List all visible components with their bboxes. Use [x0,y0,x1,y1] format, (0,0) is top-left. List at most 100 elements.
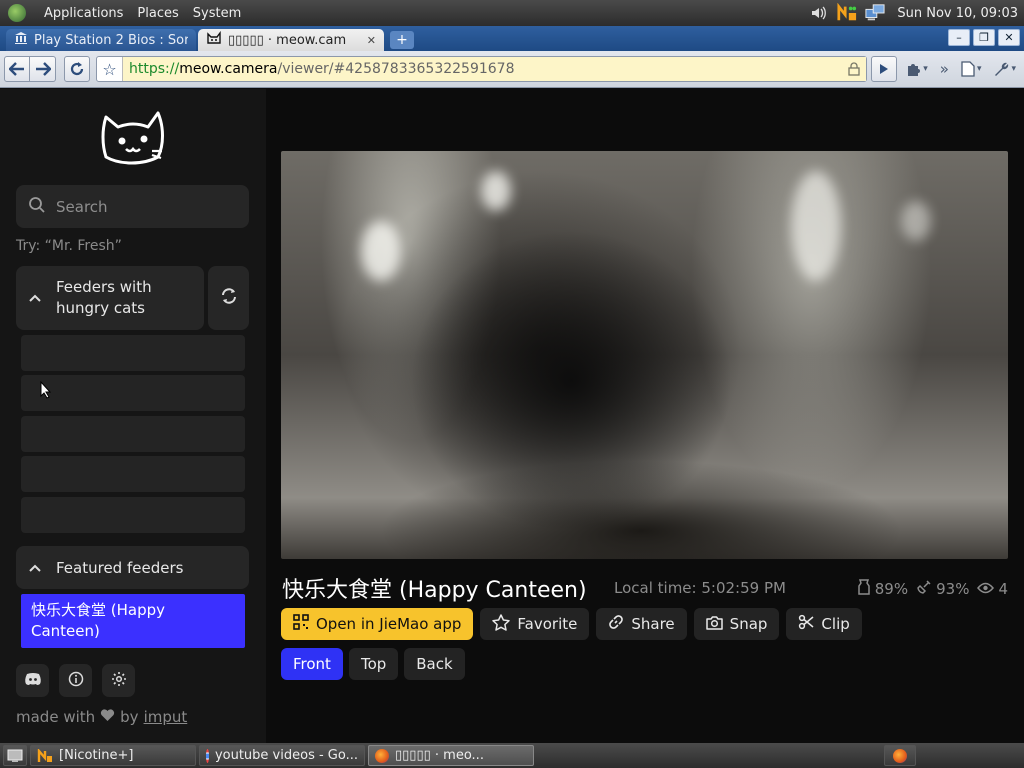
video-glare [791,171,841,281]
address-bar[interactable]: ☆ https://meow.camera/viewer/#4258783365… [96,56,868,82]
info-icon [68,671,84,691]
tab-close-icon[interactable]: ✕ [367,34,376,47]
section-hungry-cats-toggle[interactable]: Feeders with hungry cats [16,266,204,330]
star-icon [492,613,511,635]
tab-strip: Play Station 2 Bios : Sor ▯▯▯▯▯ · meow.c… [0,26,1024,51]
url-text[interactable]: https://meow.camera/viewer/#425878336532… [123,57,843,81]
window-controls: – ❐ ✕ [948,29,1020,46]
clip-button[interactable]: Clip [786,608,862,640]
page-favicon-icon [14,31,28,49]
menu-system[interactable]: System [193,6,241,21]
close-window-button[interactable]: ✕ [998,29,1020,46]
workspace-switcher[interactable] [884,745,916,766]
search-hint: Try: “Mr. Fresh” [16,238,122,254]
view-top-button[interactable]: Top [348,648,399,680]
taskbar-item-nicotine[interactable]: [Nicotine+] [30,745,196,766]
nav-buttons [4,56,56,82]
snap-button[interactable]: Snap [693,608,780,640]
credits: made with by imput [16,708,187,726]
author-link[interactable]: imput [144,708,188,726]
favorite-label: Favorite [517,615,578,633]
section-featured-toggle[interactable]: Featured feeders [16,546,249,589]
go-button[interactable] [871,56,898,82]
maximize-button[interactable]: ❐ [973,29,995,46]
cat-favicon-icon [206,30,222,49]
minimize-button[interactable]: – [948,29,970,46]
wrench-menu-icon[interactable]: ▾ [989,56,1020,82]
menu-applications[interactable]: Applications [44,6,123,21]
search-box[interactable] [16,185,249,228]
settings-button[interactable] [102,664,135,697]
signal-value: 93% [936,580,970,598]
search-input[interactable] [56,197,236,216]
local-time: Local time: 5:02:59 PM [614,579,786,597]
taskbar-item-meow-camera[interactable]: ▯▯▯▯▯ · meo... [368,745,534,766]
gnome-foot-icon[interactable] [8,4,26,22]
search-icon [28,196,46,218]
extensions-icon[interactable]: ▾ [901,56,932,82]
discord-icon [24,671,42,690]
favorite-button[interactable]: Favorite [480,608,590,640]
video-glare [361,221,401,281]
taskbar-item-youtube[interactable]: youtube videos - Go... [199,745,365,766]
open-in-app-label: Open in JieMao app [316,615,462,633]
camera-video-feed[interactable] [281,151,1008,559]
open-in-app-button[interactable]: Open in JieMao app [281,608,474,640]
discord-button[interactable] [16,664,49,697]
nicotine-tray-icon[interactable] [837,3,857,23]
featured-feeder-item[interactable]: 快乐大食堂 (Happy Canteen) [21,594,245,648]
url-host: meow.camera [179,61,278,77]
view-back-button[interactable]: Back [404,648,465,680]
sidebar: Try: “Mr. Fresh” Feeders with hungry cat… [0,89,266,743]
reload-button[interactable] [64,56,90,82]
section-hungry-title: Feeders with hungry cats [56,278,152,317]
show-desktop-button[interactable] [3,745,27,766]
taskbar-item-label: youtube videos - Go... [214,748,358,763]
chromium-icon [206,748,209,763]
forward-button[interactable] [30,56,56,82]
lock-icon[interactable] [842,57,867,81]
viewers-count: 4 [998,580,1008,598]
firefox-icon [893,748,907,763]
chevron-up-icon [28,289,42,307]
desktop-icon [7,749,23,762]
video-glare [901,201,931,241]
network-icon[interactable] [865,3,885,23]
heart-icon [100,708,115,726]
bookmark-star-icon[interactable]: ☆ [97,57,123,81]
url-scheme: https:// [129,61,180,77]
tab-ps2-bios[interactable]: Play Station 2 Bios : Sor [6,29,196,51]
panel-clock[interactable]: Sun Nov 10, 09:03 [897,6,1018,21]
page-menu-icon[interactable]: ▾ [957,56,986,82]
clip-label: Clip [821,615,850,633]
overflow-chevron-icon[interactable]: » [936,56,953,82]
camera-title: 快乐大食堂 (Happy Canteen) [282,578,587,603]
eye-icon [977,580,995,598]
signal-stat: 93% [916,579,969,599]
volume-icon[interactable] [809,3,829,23]
top-panel: Applications Places System Sun Nov 10, 0… [0,0,1024,26]
refresh-button[interactable] [208,266,249,330]
food-level-value: 89% [874,580,909,598]
taskbar-item-label: [Nicotine+] [59,748,134,763]
food-level-stat: 89% [857,579,908,599]
chevron-up-icon [28,559,42,577]
share-button[interactable]: Share [596,608,687,640]
loading-feeder-placeholder [21,497,245,533]
camera-view-switcher: Front Top Back [281,648,465,680]
browser-toolbar: ☆ https://meow.camera/viewer/#4258783365… [0,51,1024,88]
loading-feeder-placeholder [21,335,245,371]
action-buttons: Open in JieMao app Favorite Share Snap C… [281,608,862,640]
new-tab-button[interactable]: + [390,31,414,49]
by-text: by [120,708,139,726]
meow-camera-logo[interactable] [98,105,168,169]
menu-places[interactable]: Places [137,6,178,21]
tab-meow-camera[interactable]: ▯▯▯▯▯ · meow.cam ✕ [198,29,384,51]
section-featured-title: Featured feeders [56,558,184,577]
snap-label: Snap [729,615,768,633]
about-button[interactable] [59,664,92,697]
back-button[interactable] [4,56,30,82]
view-front-button[interactable]: Front [281,648,343,680]
tab-title: Play Station 2 Bios : Sor [34,32,188,48]
nicotine-icon [37,748,52,762]
